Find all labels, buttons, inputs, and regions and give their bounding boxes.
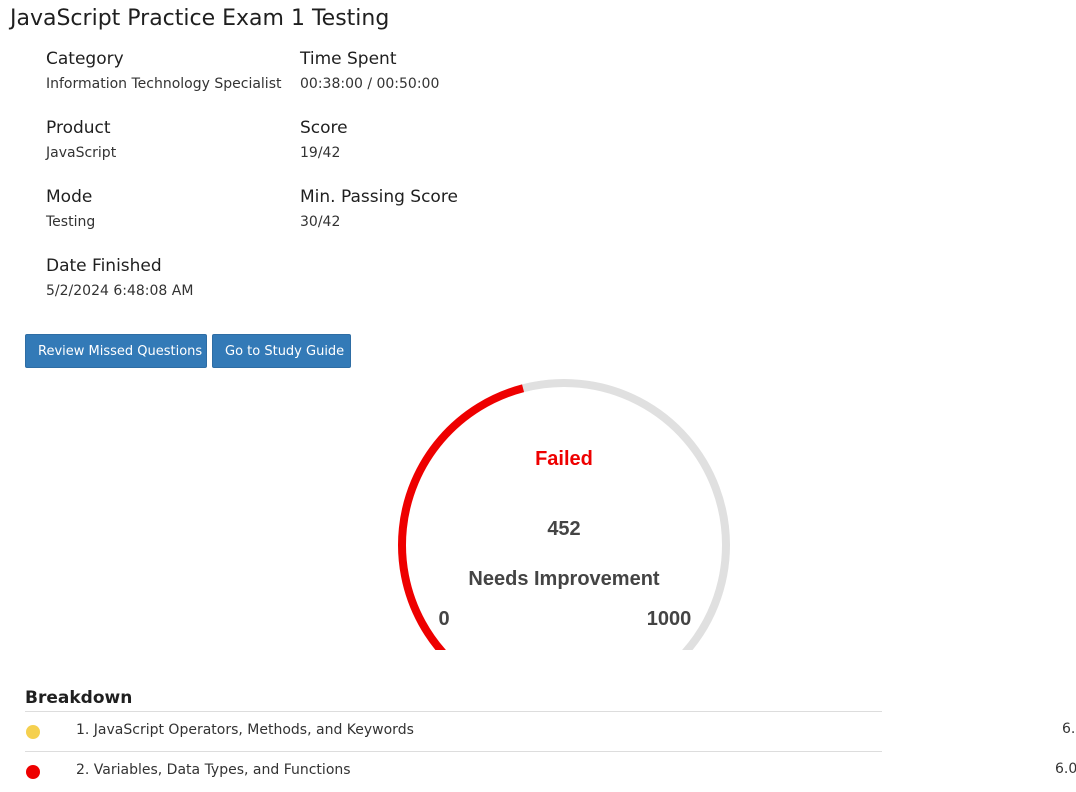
product-value: JavaScript [46,145,117,161]
breakdown-title: Breakdown [25,688,133,708]
time-spent-label: Time Spent [300,49,397,69]
breakdown-row[interactable]: 2. Variables, Data Types, and Functions [25,751,882,792]
gauge-rating: Needs Improvement [468,568,660,590]
breakdown-item-score: 6.0 [1055,761,1076,777]
breakdown-row[interactable]: 1. JavaScript Operators, Methods, and Ke… [25,711,882,752]
score-gauge: Failed 452 Needs Improvement 0 1000 [398,379,730,650]
category-label: Category [46,49,124,69]
date-finished-value: 5/2/2024 6:48:08 AM [46,283,194,299]
score-value: 19/42 [300,145,341,161]
product-label: Product [46,118,111,138]
study-guide-button[interactable]: Go to Study Guide [212,334,351,368]
time-spent-field: Time Spent 00:38:00 / 00:50:00 [300,46,439,94]
breakdown-item-score: 6.0 [1062,721,1076,737]
gauge-status: Failed [535,448,593,470]
product-field: Product JavaScript [46,115,116,163]
gauge-max-label: 1000 [647,608,692,630]
mode-value: Testing [46,214,96,230]
min-passing-field: Min. Passing Score 30/42 [300,184,458,232]
page-title: JavaScript Practice Exam 1 Testing [10,6,390,31]
review-missed-questions-button[interactable]: Review Missed Questions [25,334,207,368]
time-spent-value: 00:38:00 / 00:50:00 [300,76,440,92]
status-dot-icon [26,765,40,779]
status-dot-icon [26,725,40,739]
category-value: Information Technology Specialist [46,76,282,92]
gauge-min-label: 0 [438,608,449,630]
score-field: Score 19/42 [300,115,348,163]
breakdown-item-label: 1. JavaScript Operators, Methods, and Ke… [76,722,414,738]
date-finished-label: Date Finished [46,256,162,276]
min-passing-value: 30/42 [300,214,341,230]
date-finished-field: Date Finished 5/2/2024 6:48:08 AM [46,253,193,301]
gauge-value: 452 [547,518,580,540]
gauge-track [522,379,730,650]
breakdown-item-label: 2. Variables, Data Types, and Functions [76,762,351,778]
category-field: Category Information Technology Speciali… [46,46,281,94]
mode-label: Mode [46,187,93,207]
mode-field: Mode Testing [46,184,95,232]
min-passing-label: Min. Passing Score [300,187,458,207]
gauge-fill [398,384,525,650]
score-label: Score [300,118,348,138]
